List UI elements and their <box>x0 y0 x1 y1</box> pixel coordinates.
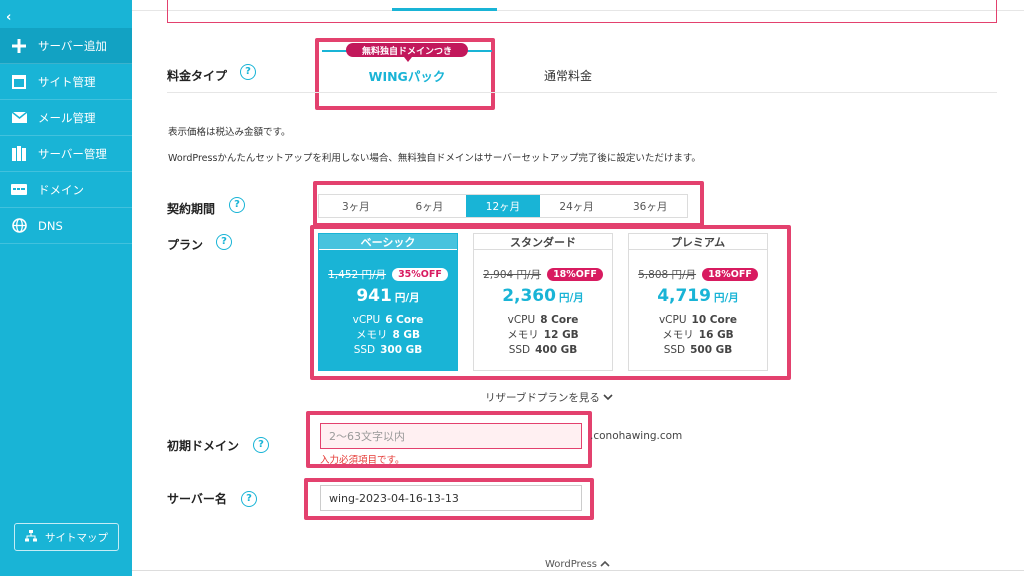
spec-ssd: SSD 500 GB <box>663 344 733 356</box>
plan-name: ベーシック <box>319 234 457 250</box>
sidebar-item-dns[interactable]: DNS <box>0 208 132 244</box>
sidebar-item-mail-management[interactable]: メール管理 <box>0 100 132 136</box>
spec-vcpu: vCPU 8 Core <box>507 314 579 326</box>
badge-arrow <box>404 57 412 62</box>
old-price: 1,452 円/月 <box>328 269 387 281</box>
spec-memory: メモリ 8 GB <box>355 329 421 341</box>
plan-card-standard[interactable]: スタンダード 2,904 円/月 18%OFF 2,360 円/月 vCPU 8 C… <box>473 233 613 371</box>
initial-domain-label: 初期ドメイン <box>167 439 240 453</box>
period-option-6m[interactable]: 6ヶ月 <box>393 195 467 217</box>
sidebar-item-label: メール管理 <box>38 110 96 125</box>
price-type-label: 料金タイプ <box>167 69 228 83</box>
plan-specs: vCPU 10 Core メモリ 16 GB SSD 500 GB <box>629 313 767 358</box>
divider <box>167 92 997 93</box>
discount-badge: 18%OFF <box>547 268 603 281</box>
domain-setup-note: WordPressかんたんセットアップを利用しない場合、無料独自ドメインはサーバ… <box>168 153 701 164</box>
error-message: 入力必須項目です。 <box>320 455 405 466</box>
sitemap-button[interactable]: サイトマップ <box>14 523 119 551</box>
spec-memory: メモリ 12 GB <box>507 329 579 341</box>
plan-specs: vCPU 8 Core メモリ 12 GB SSD 400 GB <box>474 313 612 358</box>
sidebar-item-server-management[interactable]: サーバー管理 <box>0 136 132 172</box>
window-icon <box>10 73 28 91</box>
sidebar-item-label: サーバー管理 <box>38 146 107 161</box>
plan-price: 941 円/月 <box>319 286 457 308</box>
domain-icon <box>10 181 28 199</box>
price-unit: 円/月 <box>558 292 584 304</box>
globe-icon <box>10 217 28 235</box>
plan-price: 2,360 円/月 <box>474 286 612 308</box>
plan-price: 4,719 円/月 <box>629 286 767 308</box>
help-icon[interactable]: ? <box>229 197 245 213</box>
sidebar-item-add-server[interactable]: サーバー追加 <box>0 28 132 64</box>
reserved-plan-link[interactable]: リザーブドプランを見る <box>485 390 613 405</box>
plan-label: プラン <box>167 238 204 252</box>
divider <box>132 570 1024 571</box>
server-name-label: サーバー名 <box>167 492 227 506</box>
main-content: 料金タイプ ? 無料独自ドメインつき WINGパック 通常料金 表示価格は税込み… <box>132 0 1024 576</box>
period-option-24m[interactable]: 24ヶ月 <box>540 195 614 217</box>
spec-ssd: SSD 400 GB <box>508 344 578 356</box>
price-value: 4,719 <box>657 286 711 306</box>
sidebar-item-site-management[interactable]: サイト管理 <box>0 64 132 100</box>
discount-badge: 35%OFF <box>392 268 448 281</box>
plan-card-premium[interactable]: プレミアム 5,808 円/月 18%OFF 4,719 円/月 vCPU 10 C… <box>628 233 768 371</box>
plan-original-price: 5,808 円/月 18%OFF <box>629 267 767 282</box>
old-price: 2,904 円/月 <box>483 269 542 281</box>
tab-wing-pack[interactable]: 無料独自ドメインつき WINGパック <box>322 43 492 91</box>
free-domain-badge: 無料独自ドメインつき <box>346 43 468 57</box>
spec-vcpu: vCPU 10 Core <box>658 314 738 326</box>
period-option-12m[interactable]: 12ヶ月 <box>466 195 540 217</box>
wordpress-label: WordPress <box>545 559 598 570</box>
sitemap-icon <box>25 529 37 545</box>
discount-badge: 18%OFF <box>702 268 758 281</box>
help-icon[interactable]: ? <box>216 234 232 250</box>
sidebar-item-label: ドメイン <box>38 182 84 197</box>
sidebar-item-label: DNS <box>38 218 63 233</box>
help-icon[interactable]: ? <box>241 491 257 507</box>
sidebar-item-label: サイト管理 <box>38 74 96 89</box>
sidebar-item-domain[interactable]: ドメイン <box>0 172 132 208</box>
help-icon[interactable]: ? <box>253 437 269 453</box>
tax-note: 表示価格は税込み金額です。 <box>168 127 291 138</box>
spec-memory: メモリ 16 GB <box>662 329 734 341</box>
plus-icon <box>10 37 28 55</box>
domain-suffix: .conohawing.com <box>590 430 683 442</box>
price-value: 2,360 <box>502 286 556 306</box>
plan-specs: vCPU 6 Core メモリ 8 GB SSD 300 GB <box>319 313 457 358</box>
plan-card-basic[interactable]: ベーシック 1,452 円/月 35%OFF 941 円/月 vCPU 6 Core… <box>318 233 458 371</box>
help-icon[interactable]: ? <box>240 64 256 80</box>
period-option-3m[interactable]: 3ヶ月 <box>319 195 393 217</box>
server-name-input[interactable]: wing-2023-04-16-13-13 <box>320 485 582 511</box>
plan-name: プレミアム <box>629 234 767 250</box>
plan-original-price: 1,452 円/月 35%OFF <box>319 267 457 282</box>
period-option-36m[interactable]: 36ヶ月 <box>613 195 687 217</box>
plan-name: スタンダード <box>474 234 612 250</box>
old-price: 5,808 円/月 <box>638 269 697 281</box>
spec-ssd: SSD 300 GB <box>353 344 423 356</box>
chevron-left-icon[interactable]: ‹ <box>6 11 11 24</box>
spec-vcpu: vCPU 6 Core <box>352 314 424 326</box>
price-unit: 円/月 <box>713 292 739 304</box>
contract-period-selector: 3ヶ月 6ヶ月 12ヶ月 24ヶ月 36ヶ月 <box>318 194 688 218</box>
contract-period-label: 契約期間 <box>167 202 216 216</box>
mail-icon <box>10 109 28 127</box>
initial-domain-input[interactable]: 2～63文字以内 <box>320 423 582 449</box>
price-unit: 円/月 <box>394 292 420 304</box>
server-icon <box>10 145 28 163</box>
previous-section-highlight <box>167 0 997 23</box>
sidebar: ‹ サーバー追加 サイト管理 メール管理 サーバー管理 ドメイン DNS サイト… <box>0 0 132 576</box>
reserved-plan-label: リザーブドプランを見る <box>485 392 600 404</box>
input-placeholder: 2～63文字以内 <box>329 430 405 443</box>
sidebar-item-label: サーバー追加 <box>38 38 107 53</box>
chevron-down-icon <box>603 392 613 404</box>
plan-original-price: 2,904 円/月 18%OFF <box>474 267 612 282</box>
tab-normal-price[interactable]: 通常料金 <box>544 67 592 84</box>
sitemap-label: サイトマップ <box>45 531 108 544</box>
tab-label: WINGパック <box>368 69 446 84</box>
price-value: 941 <box>356 286 392 306</box>
wordpress-section-toggle[interactable]: WordPress <box>545 559 610 570</box>
chevron-up-icon <box>600 559 610 570</box>
input-value: wing-2023-04-16-13-13 <box>329 491 459 505</box>
